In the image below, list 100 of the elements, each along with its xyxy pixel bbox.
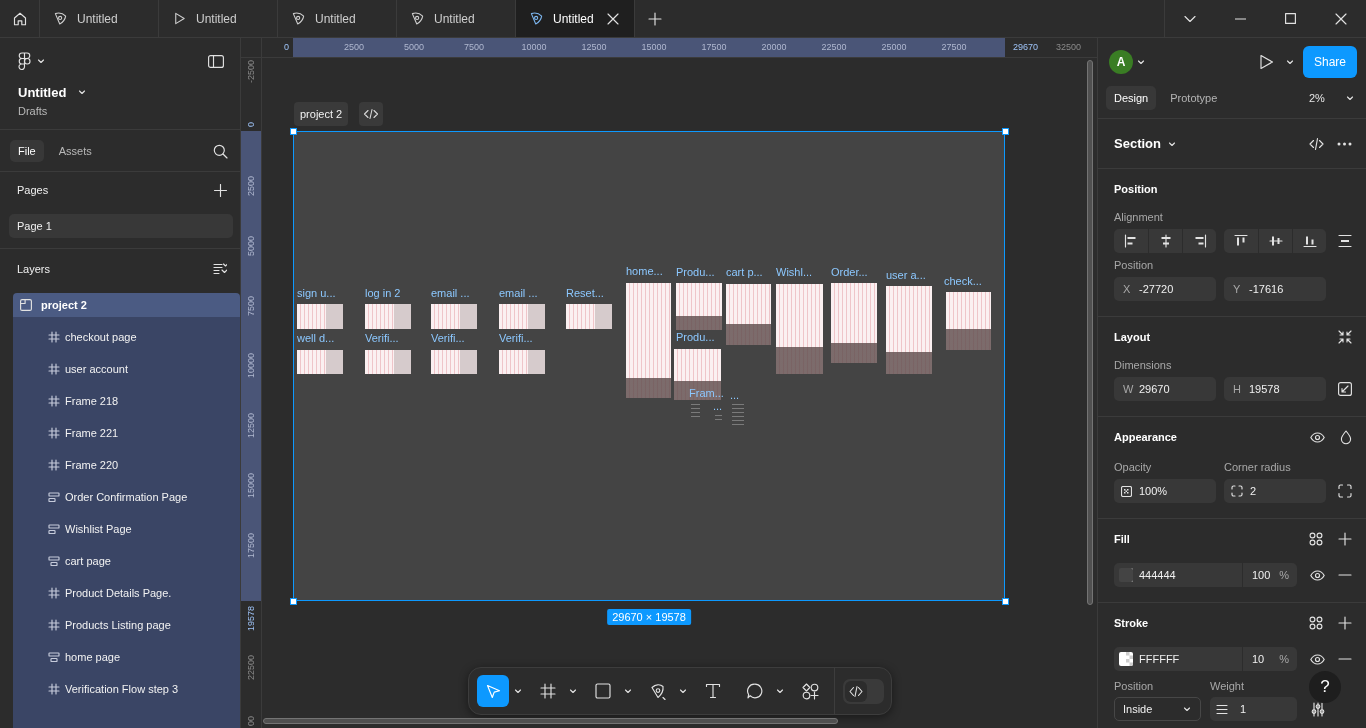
chevron-down-icon[interactable]	[1137, 58, 1145, 66]
frame-label[interactable]: Order...	[831, 266, 868, 278]
selection-type-dropdown[interactable]: Section	[1114, 136, 1176, 151]
frame-thumbnail[interactable]	[431, 304, 477, 329]
layer-item[interactable]: checkout page	[13, 321, 240, 353]
color-swatch[interactable]	[1119, 652, 1133, 666]
height-field[interactable]: H 19578	[1224, 377, 1326, 401]
panel-tab[interactable]: Design	[1106, 86, 1157, 110]
plus-icon[interactable]	[1338, 616, 1352, 630]
document-tab[interactable]: Untitled	[40, 0, 159, 37]
app-logo-icon[interactable]	[18, 51, 31, 71]
caret-icon[interactable]	[776, 687, 784, 695]
avatar[interactable]: A	[1109, 50, 1133, 74]
frame-label[interactable]: Verifi...	[499, 332, 533, 344]
frame-label[interactable]: ...	[730, 389, 740, 401]
code-icon[interactable]	[359, 102, 383, 126]
frame-thumbnail[interactable]	[831, 283, 877, 363]
more-icon[interactable]	[1337, 141, 1352, 146]
layer-item[interactable]: Product Details Page.	[13, 577, 240, 609]
frame-label[interactable]: user a...	[886, 269, 926, 281]
document-tab[interactable]: Untitled	[516, 0, 635, 37]
section-name-tag[interactable]: project 2	[294, 102, 349, 126]
x-position-field[interactable]: X -27720	[1114, 277, 1216, 301]
frame-label[interactable]: Verifi...	[365, 332, 399, 344]
frame-thumbnail[interactable]	[946, 292, 991, 350]
caret-icon[interactable]	[679, 687, 687, 695]
selection-handle[interactable]	[290, 128, 297, 135]
align-button[interactable]	[1292, 229, 1326, 253]
y-position-field[interactable]: Y -17616	[1224, 277, 1326, 301]
sliders-icon[interactable]	[1311, 701, 1325, 717]
document-tab[interactable]: Untitled	[278, 0, 397, 37]
frame-thumbnail[interactable]	[726, 284, 771, 345]
layer-item[interactable]: cart page	[13, 545, 240, 577]
eye-icon[interactable]	[1310, 431, 1325, 443]
frame-thumbnail[interactable]	[365, 350, 411, 374]
color-opacity-field[interactable]: 10 %	[1242, 647, 1297, 671]
section-frame[interactable]: sign u... log in 2 email ... email ... Reset... well d... Verifi... Verifi... Verifi... home... Produ... cart p... Wishl... Order... user a... check... Produ... Fram... ... ...	[293, 131, 1005, 601]
frame-thumbnail[interactable]	[566, 304, 612, 329]
eye-icon[interactable]	[1310, 569, 1325, 581]
opacity-field[interactable]: 100%	[1114, 479, 1216, 503]
corner-radius-field[interactable]: 2	[1224, 479, 1326, 503]
layer-item[interactable]: user account	[13, 353, 240, 385]
layer-item[interactable]: home page	[13, 641, 240, 673]
layer-item[interactable]: Frame 220	[13, 449, 240, 481]
frame-label[interactable]: check...	[944, 275, 982, 287]
close-icon[interactable]	[606, 11, 620, 26]
align-button[interactable]	[1258, 229, 1292, 253]
frame-thumbnail[interactable]	[776, 284, 823, 374]
frame-label[interactable]: Produ...	[676, 266, 715, 278]
frame-label[interactable]: home...	[626, 265, 663, 277]
color-hex-field[interactable]: 444444	[1114, 563, 1242, 587]
search-icon[interactable]	[213, 143, 228, 159]
play-icon[interactable]	[1259, 54, 1274, 70]
frame-thumbnail[interactable]	[886, 286, 932, 374]
chevron-down-icon[interactable]	[78, 88, 87, 96]
layer-item[interactable]: Order Confirmation Page	[13, 481, 240, 513]
frame-label[interactable]: email ...	[431, 287, 470, 299]
dev-mode-toggle[interactable]	[843, 678, 884, 704]
chevron-down-icon[interactable]	[1184, 14, 1196, 23]
stroke-weight-field[interactable]: 1	[1210, 697, 1297, 721]
frame-label[interactable]: Verifi...	[431, 332, 465, 344]
selection-handle[interactable]	[1002, 598, 1009, 605]
frame-label[interactable]: Wishl...	[776, 266, 813, 278]
color-swatch[interactable]	[1119, 568, 1133, 582]
collapse-arrows-icon[interactable]	[1338, 330, 1352, 344]
chevron-down-icon[interactable]	[37, 57, 45, 65]
eye-icon[interactable]	[1310, 653, 1325, 665]
frame-thumbnail[interactable]	[674, 349, 721, 400]
plus-icon[interactable]	[648, 11, 662, 26]
frame-thumbnail[interactable]	[676, 283, 722, 330]
sidebar-icon[interactable]	[208, 54, 224, 68]
resize-icon[interactable]	[1338, 382, 1352, 396]
panel-tab[interactable]: File	[10, 140, 44, 162]
frame-thumbnail[interactable]	[499, 304, 545, 329]
document-tab[interactable]: Untitled	[159, 0, 278, 37]
zoom-dropdown[interactable]: 2%	[1309, 86, 1357, 110]
caret-icon[interactable]	[569, 687, 577, 695]
file-name[interactable]: Untitled	[18, 84, 67, 100]
plus-icon[interactable]	[214, 183, 227, 197]
width-field[interactable]: W 29670	[1114, 377, 1216, 401]
caret-icon[interactable]	[624, 687, 632, 695]
list-collapse-icon[interactable]	[213, 263, 227, 275]
selection-handle[interactable]	[1002, 128, 1009, 135]
layer-item[interactable]: project 2	[13, 293, 240, 317]
layer-item[interactable]: Frame 221	[13, 417, 240, 449]
layer-item[interactable]: Products Listing page	[13, 609, 240, 641]
help-button[interactable]: ?	[1309, 671, 1341, 703]
page-item[interactable]: Page 1	[9, 214, 233, 238]
align-button[interactable]	[1114, 229, 1148, 253]
frame-thumbnail[interactable]	[431, 350, 477, 374]
frame-label[interactable]: well d...	[297, 332, 335, 344]
frame-thumbnail[interactable]	[626, 283, 671, 398]
chevron-down-icon[interactable]	[1286, 58, 1294, 66]
frame-label[interactable]: email ...	[499, 287, 538, 299]
frame-label[interactable]: sign u...	[297, 287, 336, 299]
layer-item[interactable]: Wishlist Page	[13, 513, 240, 545]
frame-thumbnail[interactable]	[297, 304, 343, 329]
drop-icon[interactable]	[1340, 429, 1352, 445]
frame-thumbnail[interactable]	[297, 350, 343, 374]
stroke-position-select[interactable]: Inside	[1114, 697, 1201, 721]
